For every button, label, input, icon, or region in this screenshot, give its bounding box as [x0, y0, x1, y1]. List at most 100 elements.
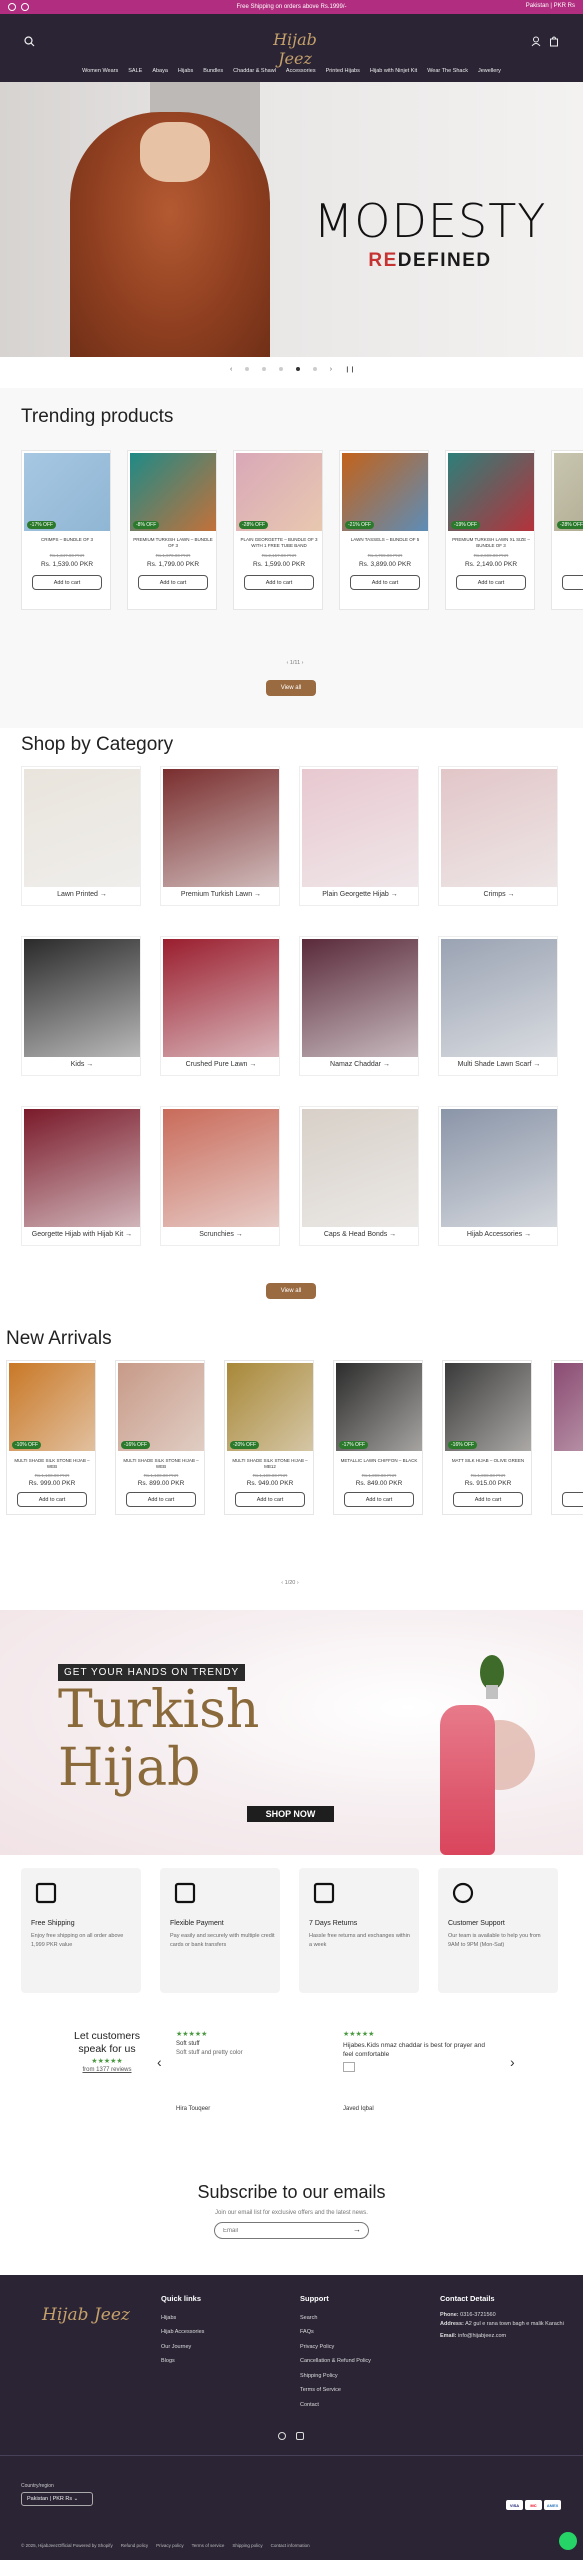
- slide-dot[interactable]: [262, 367, 267, 371]
- category-label[interactable]: Crushed Pure Lawn →: [161, 1061, 281, 1068]
- currency-selector[interactable]: Pakistan | PKR Rs: [526, 3, 575, 9]
- category-card[interactable]: Premium Turkish Lawn →: [160, 766, 280, 906]
- category-label[interactable]: Caps & Head Bonds →: [300, 1231, 420, 1238]
- site-logo[interactable]: Hijab Jeez: [255, 30, 335, 68]
- add-to-cart-button[interactable]: Add to cart: [244, 575, 314, 590]
- reviews-prev-icon[interactable]: ‹: [157, 2054, 162, 2070]
- product-title[interactable]: MATT: [556, 1458, 583, 1464]
- pager-next-icon[interactable]: ›: [300, 660, 304, 666]
- category-view-all-button[interactable]: View all: [266, 1283, 316, 1299]
- product-title[interactable]: CRIMPS – BUNDLE OF 3: [26, 537, 108, 543]
- product-card[interactable]: MATT A: [551, 1360, 583, 1515]
- category-label[interactable]: Multi Shade Lawn Scarf →: [439, 1061, 559, 1068]
- product-title[interactable]: MULTI SHADE SILK STONE HIJAB – WEB: [11, 1458, 93, 1470]
- product-card[interactable]: -16% OFF MULTI SHADE SILK STONE HIJAB – W…: [115, 1360, 205, 1515]
- category-label[interactable]: Namaz Chaddar →: [300, 1061, 420, 1068]
- nav-item[interactable]: Printed Hijabs: [326, 68, 360, 74]
- nav-item[interactable]: Hijabs: [178, 68, 193, 74]
- footer-bottom-link[interactable]: Privacy policy: [156, 2543, 184, 2548]
- category-label[interactable]: Crimps →: [439, 891, 559, 898]
- category-card[interactable]: Hijab Accessories →: [438, 1106, 558, 1246]
- add-to-cart-button[interactable]: Add to cart: [344, 1492, 414, 1507]
- next-slide-icon[interactable]: ›: [330, 366, 332, 373]
- product-image[interactable]: [118, 1363, 204, 1451]
- country-selector[interactable]: Pakistan | PKR Rs ⌄: [21, 2492, 93, 2506]
- category-card[interactable]: Crimps →: [438, 766, 558, 906]
- product-card[interactable]: -28% OFF LAWN T A: [551, 450, 583, 610]
- nav-item[interactable]: Wear The Shack: [427, 68, 468, 74]
- nav-item[interactable]: Women Wears: [82, 68, 118, 74]
- footer-support-link[interactable]: Shipping Policy: [300, 2369, 371, 2384]
- nav-item[interactable]: Chaddar & Shawl: [233, 68, 276, 74]
- footer-quick-link[interactable]: Hijabs: [161, 2311, 204, 2326]
- reviews-count-link[interactable]: from 1377 reviews: [62, 2067, 152, 2073]
- footer-facebook-icon[interactable]: [278, 2432, 286, 2440]
- product-card[interactable]: -10% OFF MULTI SHADE SILK STONE HIJAB – W…: [6, 1360, 96, 1515]
- footer-quick-link[interactable]: Hijab Accessories: [161, 2325, 204, 2340]
- search-icon[interactable]: [24, 36, 35, 47]
- category-card[interactable]: Plain Georgette Hijab →: [299, 766, 419, 906]
- pager-next-icon[interactable]: ›: [295, 1580, 299, 1586]
- category-card[interactable]: Multi Shade Lawn Scarf →: [438, 936, 558, 1076]
- category-image[interactable]: [163, 1109, 279, 1227]
- product-image[interactable]: [9, 1363, 95, 1451]
- category-label[interactable]: Lawn Printed →: [22, 891, 142, 898]
- category-image[interactable]: [302, 1109, 418, 1227]
- nav-item[interactable]: Hijab with Ninjet Kit: [370, 68, 417, 74]
- product-title[interactable]: METALLIC LAWN CHIFFON – BLACK: [338, 1458, 420, 1464]
- slide-dot[interactable]: [245, 367, 250, 371]
- instagram-icon[interactable]: [21, 3, 29, 11]
- category-image[interactable]: [302, 939, 418, 1057]
- category-image[interactable]: [24, 1109, 140, 1227]
- footer-quick-link[interactable]: Our Journey: [161, 2340, 204, 2355]
- category-image[interactable]: [441, 1109, 557, 1227]
- product-card[interactable]: -21% OFF LAWN TASSELS – BUNDLE OF 5 Rs.4,7…: [339, 450, 429, 610]
- footer-support-link[interactable]: Search: [300, 2311, 371, 2326]
- footer-bottom-link[interactable]: Refund policy: [121, 2543, 148, 2548]
- footer-support-link[interactable]: Cancellation & Refund Policy: [300, 2354, 371, 2369]
- footer-support-link[interactable]: Contact: [300, 2398, 371, 2413]
- category-image[interactable]: [302, 769, 418, 887]
- add-to-cart-button[interactable]: Add to cart: [32, 575, 102, 590]
- trending-view-all-button[interactable]: View all: [266, 680, 316, 696]
- category-image[interactable]: [24, 769, 140, 887]
- product-title[interactable]: LAWN T: [556, 537, 583, 543]
- product-image[interactable]: [554, 1363, 583, 1451]
- category-card[interactable]: Lawn Printed →: [21, 766, 141, 906]
- prev-slide-icon[interactable]: ‹: [230, 366, 232, 373]
- nav-item[interactable]: Jewellery: [478, 68, 501, 74]
- category-card[interactable]: Caps & Head Bonds →: [299, 1106, 419, 1246]
- footer-support-link[interactable]: Terms of Service: [300, 2383, 371, 2398]
- product-image[interactable]: [336, 1363, 422, 1451]
- product-title[interactable]: MULTI SHADE SILK STONE HIJAB – WEB: [120, 1458, 202, 1470]
- product-image[interactable]: [24, 453, 110, 531]
- hero-slideshow[interactable]: MODESTY REDEFINED: [0, 82, 583, 357]
- category-label[interactable]: Scrunchies →: [161, 1231, 281, 1238]
- product-title[interactable]: LAWN TASSELS – BUNDLE OF 5: [344, 537, 426, 543]
- nav-item[interactable]: SALE: [128, 68, 142, 74]
- footer-bottom-link[interactable]: Shipping policy: [232, 2543, 262, 2548]
- email-value[interactable]: info@hijabjeez.com: [458, 2333, 506, 2339]
- product-image[interactable]: [227, 1363, 313, 1451]
- nav-item[interactable]: Bundles: [203, 68, 223, 74]
- product-card[interactable]: -17% OFF CRIMPS – BUNDLE OF 3 Rs.1,347.00 …: [21, 450, 111, 610]
- add-to-cart-button[interactable]: Add to cart: [17, 1492, 87, 1507]
- category-card[interactable]: Georgette Hijab with Hijab Kit →: [21, 1106, 141, 1246]
- slide-dot[interactable]: [312, 367, 317, 371]
- product-card[interactable]: -16% OFF MATT SILK HIJAB – OLIVE GREEN Rs.…: [442, 1360, 532, 1515]
- add-to-cart-button[interactable]: Add to cart: [138, 575, 208, 590]
- footer-support-link[interactable]: FAQs: [300, 2325, 371, 2340]
- add-to-cart-button[interactable]: Add to cart: [453, 1492, 523, 1507]
- category-label[interactable]: Plain Georgette Hijab →: [300, 891, 420, 898]
- product-title[interactable]: PREMIUM TURKISH LAWN – BUNDLE OF 3: [132, 537, 214, 549]
- reviews-next-icon[interactable]: ›: [510, 2054, 515, 2070]
- add-to-cart-button[interactable]: Add to cart: [126, 1492, 196, 1507]
- newsletter-email-field[interactable]: →: [214, 2222, 369, 2239]
- product-title[interactable]: PLAIN GEORGETTE – BUNDLE OF 3 WITH 1 FRE…: [238, 537, 320, 549]
- product-card[interactable]: -19% OFF PREMIUM TURKISH LAWN XL SIZE – B…: [445, 450, 535, 610]
- category-label[interactable]: Georgette Hijab with Hijab Kit →: [22, 1231, 142, 1238]
- product-image[interactable]: [445, 1363, 531, 1451]
- footer-instagram-icon[interactable]: [296, 2432, 304, 2440]
- add-to-cart-button[interactable]: Add to cart: [350, 575, 420, 590]
- category-image[interactable]: [163, 769, 279, 887]
